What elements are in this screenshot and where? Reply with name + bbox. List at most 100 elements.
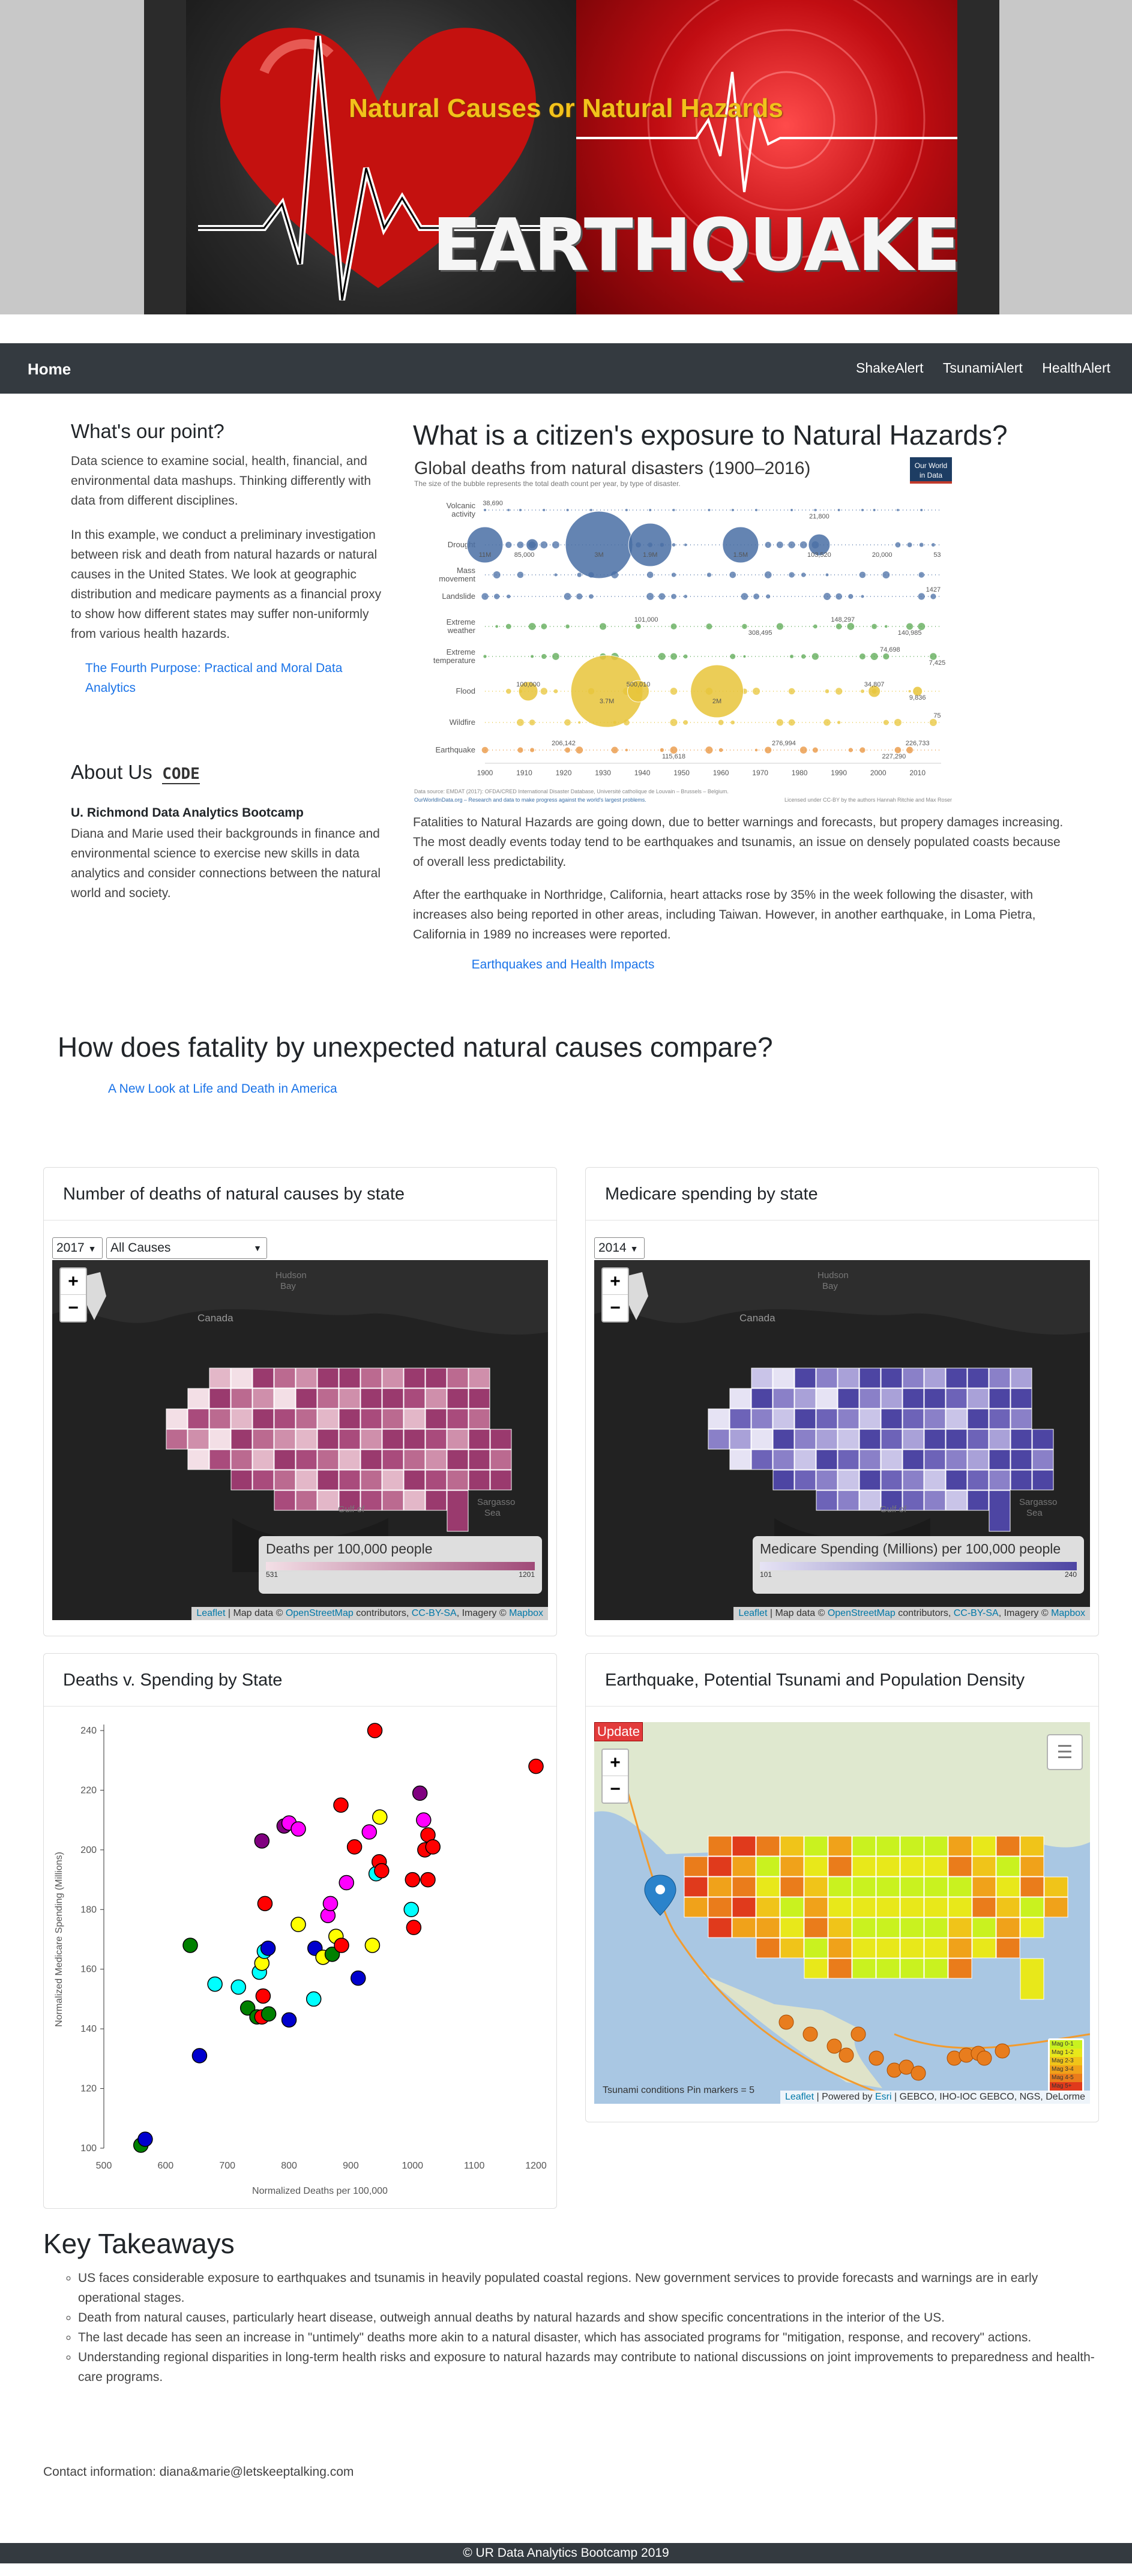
state-shape[interactable] [360,1388,382,1409]
state-shape[interactable] [852,1836,876,1857]
state-shape[interactable] [852,1958,876,1979]
mapbox-link[interactable]: Mapbox [509,1608,543,1618]
state-shape[interactable] [1020,1958,1044,2000]
state-shape[interactable] [1020,1856,1044,1877]
state-shape[interactable] [317,1429,339,1450]
state-shape[interactable] [274,1490,296,1511]
state-shape[interactable] [1032,1429,1054,1450]
state-shape[interactable] [859,1490,881,1511]
scatter-point[interactable] [406,1920,422,1935]
earthquake-marker[interactable] [838,2047,854,2063]
state-shape[interactable] [274,1388,296,1409]
state-shape[interactable] [317,1368,339,1389]
state-shape[interactable] [209,1388,231,1409]
state-shape[interactable] [360,1368,382,1389]
state-shape[interactable] [317,1490,339,1511]
layers-icon[interactable]: ☰ [1047,1734,1083,1770]
scatter-point[interactable] [257,1896,273,1912]
state-shape[interactable] [828,1917,852,1938]
scatter-point[interactable] [374,1863,390,1879]
state-shape[interactable] [924,1490,946,1511]
state-shape[interactable] [967,1490,989,1511]
state-shape[interactable] [772,1408,795,1429]
earthquake-health-link[interactable]: Earthquakes and Health Impacts [413,958,713,972]
scatter-point[interactable] [191,2048,208,2064]
update-button[interactable]: Update [594,1722,643,1741]
state-shape[interactable] [876,1856,900,1877]
scatter-point[interactable] [346,1839,363,1855]
state-shape[interactable] [989,1408,1011,1429]
state-shape[interactable] [490,1429,512,1450]
osm-link[interactable]: OpenStreetMap [286,1608,354,1618]
state-shape[interactable] [425,1490,447,1511]
zoom-in-button[interactable]: + [61,1268,86,1295]
state-shape[interactable] [1032,1470,1054,1491]
state-shape[interactable] [295,1368,318,1389]
state-shape[interactable] [729,1408,751,1429]
state-shape[interactable] [924,1958,948,1979]
state-shape[interactable] [924,1368,946,1389]
deaths-map[interactable]: Hudson Bay Canada Gulf of Sargasso Sea + − Dea… [52,1260,548,1620]
state-shape[interactable] [1010,1429,1032,1450]
state-shape[interactable] [230,1449,253,1470]
state-shape[interactable] [924,1938,948,1959]
scatter-point[interactable] [281,2012,297,2028]
state-shape[interactable] [828,1958,852,1979]
earthquake-marker[interactable] [995,2043,1010,2059]
state-shape[interactable] [859,1408,881,1429]
state-shape[interactable] [382,1429,404,1450]
state-shape[interactable] [859,1368,881,1389]
state-shape[interactable] [924,1408,946,1429]
nav-healthalert[interactable]: HealthAlert [1042,360,1110,376]
state-shape[interactable] [382,1470,404,1491]
state-shape[interactable] [360,1449,382,1470]
state-shape[interactable] [1010,1408,1032,1429]
state-shape[interactable] [804,1836,828,1857]
state-shape[interactable] [902,1429,924,1450]
state-shape[interactable] [967,1368,989,1389]
year-select[interactable]: 2017 ▼ [52,1237,103,1259]
state-shape[interactable] [876,1876,900,1897]
scatter-point[interactable] [254,1833,270,1849]
state-shape[interactable] [972,1856,996,1877]
scatter-point[interactable] [528,1758,544,1774]
state-shape[interactable] [837,1429,860,1450]
state-shape[interactable] [209,1429,231,1450]
state-shape[interactable] [902,1388,924,1409]
state-shape[interactable] [924,1856,948,1877]
osm-link[interactable]: OpenStreetMap [828,1608,896,1618]
state-shape[interactable] [339,1470,361,1491]
state-shape[interactable] [852,1856,876,1877]
quake-map[interactable]: Update + − ☰ Mag 0-1 Mag 1-2 Mag 2-3 Mag 3-4… [594,1722,1090,2104]
state-shape[interactable] [837,1470,860,1491]
state-shape[interactable] [924,1470,946,1491]
state-shape[interactable] [902,1368,924,1389]
state-shape[interactable] [708,1876,732,1897]
state-shape[interactable] [900,1897,924,1918]
state-shape[interactable] [447,1470,469,1491]
state-shape[interactable] [360,1470,382,1491]
state-shape[interactable] [295,1449,318,1470]
leaflet-link[interactable]: Leaflet [785,2092,814,2102]
state-shape[interactable] [684,1856,708,1877]
state-shape[interactable] [1010,1368,1032,1389]
state-shape[interactable] [274,1470,296,1491]
state-shape[interactable] [166,1408,188,1429]
state-shape[interactable] [804,1917,828,1938]
state-shape[interactable] [732,1917,756,1938]
state-shape[interactable] [403,1490,426,1511]
ccbysa-link[interactable]: CC-BY-SA [954,1608,999,1618]
state-shape[interactable] [468,1449,490,1470]
state-shape[interactable] [902,1449,924,1470]
state-shape[interactable] [230,1470,253,1491]
state-shape[interactable] [756,1917,780,1938]
esri-link[interactable]: Esri [875,2092,892,2102]
state-shape[interactable] [295,1470,318,1491]
state-shape[interactable] [804,1876,828,1897]
state-shape[interactable] [794,1470,816,1491]
state-shape[interactable] [948,1917,972,1938]
state-shape[interactable] [804,1958,828,1979]
scatter-point[interactable] [207,1976,223,1992]
state-shape[interactable] [945,1368,968,1389]
state-shape[interactable] [816,1490,838,1511]
